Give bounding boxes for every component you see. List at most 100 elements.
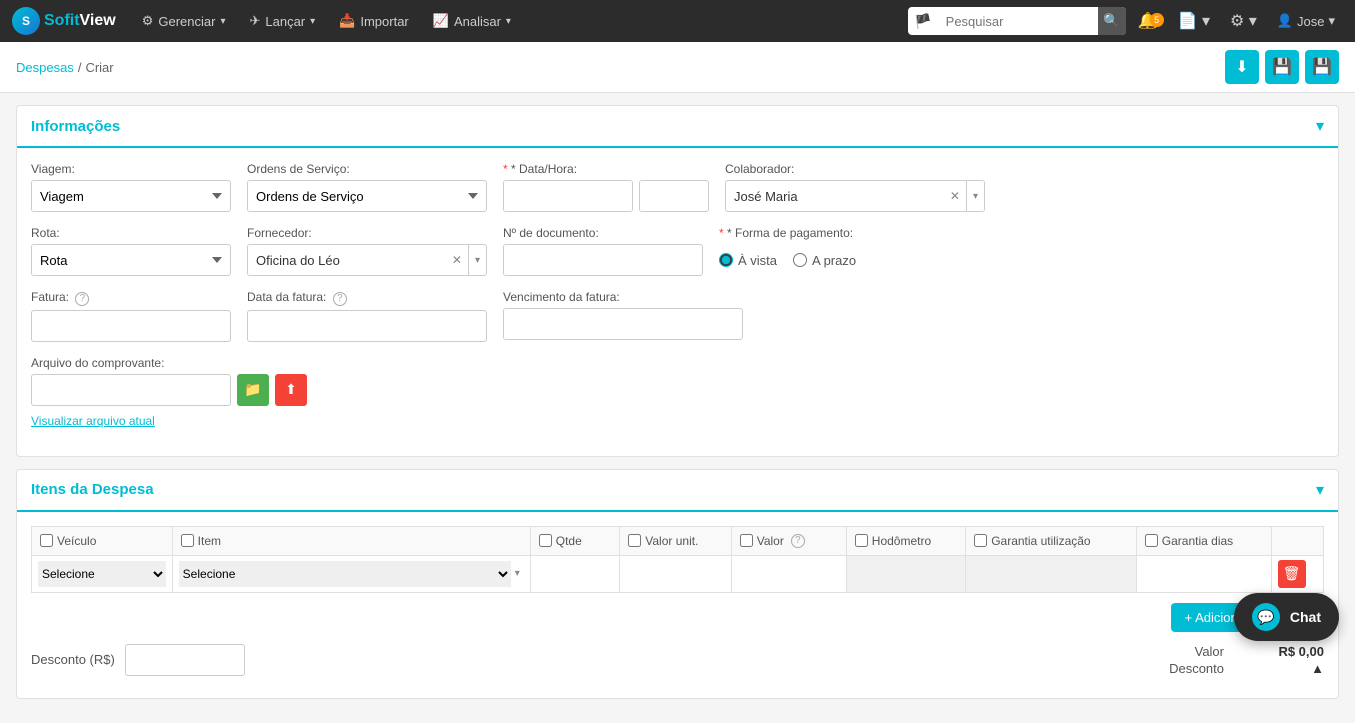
- th-hodometro: Hodômetro: [846, 526, 965, 555]
- nav-analisar[interactable]: 📈 Analisar ▾: [423, 0, 521, 42]
- fornecedor-arrow-button[interactable]: ▾: [468, 245, 486, 275]
- colaborador-select[interactable]: José Maria ✕ ▾: [725, 180, 985, 212]
- fatura-input[interactable]: 6841: [31, 310, 231, 342]
- save-button-1[interactable]: 💾: [1265, 50, 1299, 84]
- fornecedor-clear-button[interactable]: ✕: [446, 253, 468, 267]
- itens-chevron[interactable]: ▾: [1316, 480, 1324, 500]
- vencimento-label: Vencimento da fatura:: [503, 290, 743, 304]
- ndoc-input[interactable]: 56120: [503, 244, 703, 276]
- valor-help-icon[interactable]: ?: [791, 534, 805, 548]
- vencimento-input[interactable]: 27/07/2022: [503, 308, 743, 340]
- app-logo[interactable]: S SofitView: [12, 7, 116, 35]
- fornecedor-label: Fornecedor:: [247, 226, 487, 240]
- folder-button[interactable]: 📁: [237, 374, 269, 406]
- radio-avista-label[interactable]: À vista: [719, 253, 777, 268]
- colaborador-arrow-button[interactable]: ▾: [966, 181, 984, 211]
- main-content: Informações ▾ Viagem: Viagem Ordens de S…: [0, 93, 1355, 723]
- data-input[interactable]: 27/06/2022: [503, 180, 633, 212]
- check-veiculo[interactable]: [40, 534, 53, 547]
- data-fatura-input[interactable]: 27/06/2022: [247, 310, 487, 342]
- hora-input[interactable]: 14:00: [639, 180, 709, 212]
- nav-lancar[interactable]: ✈ Lançar ▾: [239, 0, 325, 42]
- rota-label: Rota:: [31, 226, 231, 240]
- hodometro-input[interactable]: 0,0: [853, 561, 959, 587]
- item-select[interactable]: Selecione: [179, 561, 511, 587]
- form-row-4: Arquivo do comprovante: Boleto.jpg 📁 ⬆ V…: [31, 356, 1324, 428]
- upload-button[interactable]: ⬆: [275, 374, 307, 406]
- chat-label: Chat: [1290, 609, 1321, 625]
- rota-select[interactable]: Rota: [31, 244, 231, 276]
- veiculo-select[interactable]: Selecione: [38, 561, 166, 587]
- radio-aprazo[interactable]: [793, 253, 807, 267]
- search-input[interactable]: [938, 7, 1098, 35]
- chat-icon: 💬: [1252, 603, 1280, 631]
- informacoes-section: Informações ▾ Viagem: Viagem Ordens de S…: [16, 105, 1339, 457]
- desconto-input[interactable]: 0: [125, 644, 245, 676]
- fatura-group: Fatura: ? 6841: [31, 290, 231, 342]
- valor-unit-input[interactable]: 0,00: [626, 561, 724, 587]
- viagem-select[interactable]: Viagem: [31, 180, 231, 212]
- visualizar-link[interactable]: Visualizar arquivo atual: [31, 414, 307, 428]
- valor-total-value: R$ 0,00: [1244, 644, 1324, 659]
- garantia-util-input[interactable]: 0,0: [972, 561, 1130, 587]
- td-veiculo: Selecione: [32, 555, 173, 592]
- nav-gerenciar[interactable]: ⚙ Gerenciar ▾: [132, 0, 236, 42]
- qtde-input[interactable]: 0,00: [537, 561, 614, 587]
- data-hora-label: * * Data/Hora:: [503, 162, 709, 176]
- check-garantia-util[interactable]: [974, 534, 987, 547]
- fatura-help-icon[interactable]: ?: [75, 292, 89, 306]
- check-hodometro[interactable]: [855, 534, 868, 547]
- save-button-2[interactable]: 💾: [1305, 50, 1339, 84]
- viagem-group: Viagem: Viagem: [31, 162, 231, 212]
- nav-importar[interactable]: 📥 Importar: [329, 0, 419, 42]
- colaborador-clear-button[interactable]: ✕: [944, 189, 966, 203]
- delete-row-button[interactable]: 🗑: [1278, 560, 1306, 588]
- informacoes-title: Informações: [31, 118, 120, 135]
- logo-text: SofitView: [44, 12, 116, 30]
- td-item: Selecione ▾: [172, 555, 530, 592]
- breadcrumb-parent-link[interactable]: Despesas: [16, 60, 74, 75]
- check-item[interactable]: [181, 534, 194, 547]
- search-bar: 🏴 🔍: [908, 7, 1125, 35]
- breadcrumb-separator: /: [78, 60, 82, 75]
- discount-group: Desconto (R$) 0: [31, 644, 245, 676]
- breadcrumb-current: Criar: [85, 60, 113, 75]
- chart-icon: 📈: [433, 13, 449, 29]
- itens-section: Itens da Despesa ▾ Veículo: [16, 469, 1339, 699]
- settings-icon[interactable]: ⚙ ▾: [1222, 11, 1265, 31]
- ndoc-label: Nº de documento:: [503, 226, 703, 240]
- garantia-dias-input[interactable]: [1143, 561, 1265, 587]
- data-fatura-help-icon[interactable]: ?: [333, 292, 347, 306]
- informacoes-chevron[interactable]: ▾: [1316, 116, 1324, 136]
- colaborador-label: Colaborador:: [725, 162, 985, 176]
- valor-input[interactable]: 0,00: [738, 561, 840, 587]
- td-valor-unit: 0,00: [620, 555, 731, 592]
- check-garantia-dias[interactable]: [1145, 534, 1158, 547]
- itens-body: Veículo Item Qtde: [17, 512, 1338, 698]
- launch-icon: ✈: [249, 13, 260, 29]
- radio-avista[interactable]: [719, 253, 733, 267]
- chevron-down-icon: ▾: [506, 16, 511, 27]
- check-valor-unit[interactable]: [628, 534, 641, 547]
- check-qtde[interactable]: [539, 534, 552, 547]
- ordens-group: Ordens de Serviço: Ordens de Serviço: [247, 162, 487, 212]
- download-button[interactable]: ⬇: [1225, 50, 1259, 84]
- chat-button[interactable]: 💬 Chat: [1234, 593, 1339, 641]
- save-icon-2: 💾: [1312, 57, 1332, 77]
- ordens-select[interactable]: Ordens de Serviço: [247, 180, 487, 212]
- radio-aprazo-label[interactable]: A prazo: [793, 253, 856, 268]
- fornecedor-select[interactable]: Oficina do Léo ✕ ▾: [247, 244, 487, 276]
- check-valor[interactable]: [740, 534, 753, 547]
- th-valor-unit: Valor unit.: [620, 526, 731, 555]
- th-garantia-util: Garantia utilização: [966, 526, 1137, 555]
- arquivo-input[interactable]: Boleto.jpg: [31, 374, 231, 406]
- form-row-3: Fatura: ? 6841 Data da fatura: ? 27/06/2…: [31, 290, 1324, 342]
- notification-icon[interactable]: 🔔 5: [1130, 11, 1166, 31]
- user-menu[interactable]: 👤 Jose ▾: [1269, 13, 1343, 29]
- search-button[interactable]: 🔍: [1098, 7, 1126, 35]
- th-qtde: Qtde: [530, 526, 620, 555]
- import-icon: 📥: [339, 13, 355, 29]
- document-icon[interactable]: 📄 ▾: [1170, 11, 1218, 31]
- data-fatura-label: Data da fatura: ?: [247, 290, 487, 306]
- viagem-label: Viagem:: [31, 162, 231, 176]
